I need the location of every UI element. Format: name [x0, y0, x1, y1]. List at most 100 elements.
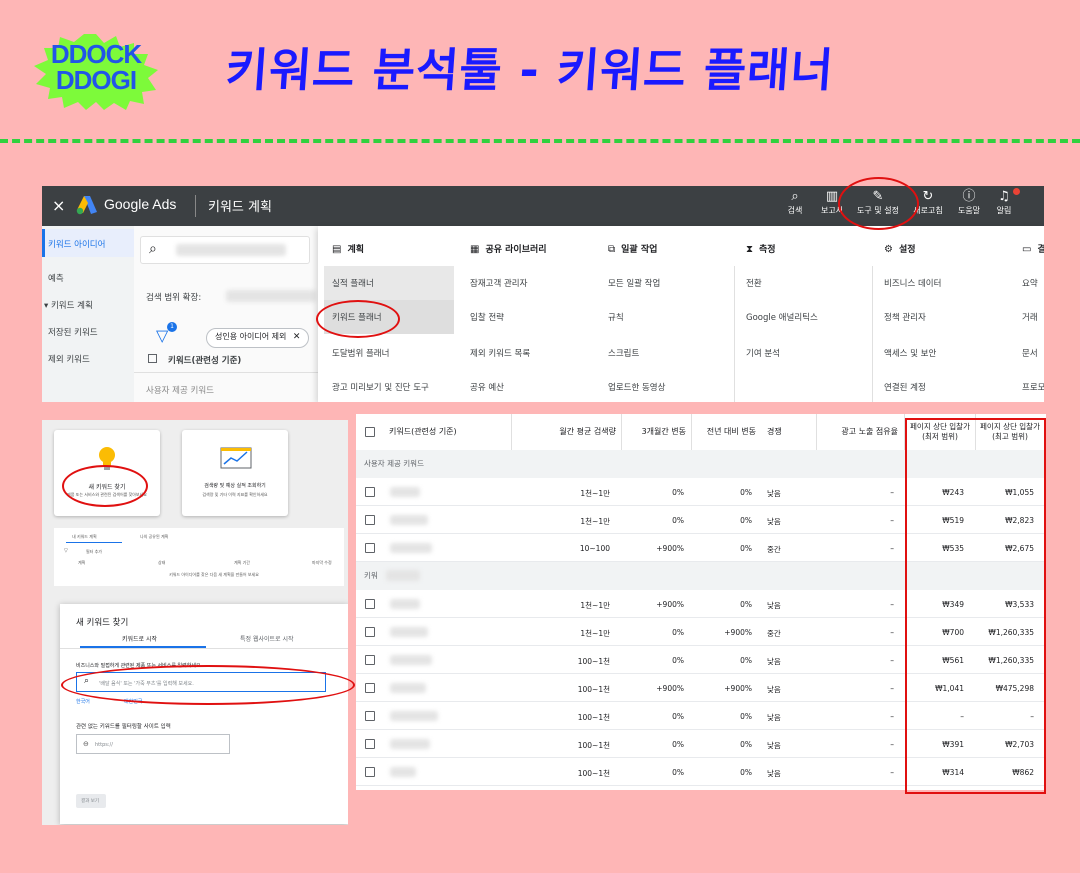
row-checkbox[interactable] [365, 515, 375, 525]
menu-item-reach-planner[interactable]: 도달범위 플래너 [332, 347, 389, 359]
sidebar-item-negative-keywords[interactable]: 제외 키워드 [48, 353, 90, 365]
sidebar-item-keyword-ideas[interactable]: 키워드 아이디어 [48, 238, 105, 250]
search-range-label: 검색 범위 확장: [146, 293, 202, 303]
menu-item-documents[interactable]: 문서 [1022, 347, 1038, 359]
divider [511, 414, 512, 450]
cell-volume: 1천~1만 [580, 517, 610, 526]
cell-volume: 1천~1만 [580, 489, 610, 498]
menu-item-ad-preview[interactable]: 광고 미리보기 및 진단 도구 [332, 381, 429, 393]
select-all-checkbox[interactable] [148, 354, 157, 363]
cell-impression-share: – [890, 628, 894, 637]
menu-item-access-security[interactable]: 액세스 및 보안 [884, 347, 936, 359]
cell-yoy-change: 0% [740, 768, 752, 777]
row-checkbox[interactable] [365, 767, 375, 777]
tab-underline [66, 542, 122, 543]
cell-competition: 낮음 [767, 713, 781, 722]
highlight-circle-tools [838, 177, 919, 230]
cell-impression-share: – [890, 600, 894, 609]
tab-start-with-keywords[interactable]: 키워드로 시작 [122, 634, 157, 643]
menu-item-transactions[interactable]: 거래 [1022, 311, 1038, 323]
language-selector[interactable]: 한국어 [76, 698, 90, 705]
cell-yoy-change: 0% [740, 740, 752, 749]
header-3month-change[interactable]: 3개월간 변동 [624, 414, 686, 450]
search-icon: ⌕ [791, 189, 799, 204]
menu-item-conversions[interactable]: 전환 [746, 277, 762, 289]
menu-item-all-bulk-actions[interactable]: 모든 일괄 작업 [608, 277, 660, 289]
header-keyword[interactable]: 키워드(관련성 기준) [389, 414, 457, 450]
cell-impression-share: – [890, 488, 894, 497]
sidebar-item-keyword-plan[interactable]: ▾ 키워드 계획 [44, 299, 93, 311]
google-ads-brand: Google Ads [104, 196, 177, 212]
sidebar-item-saved-keywords[interactable]: 저장된 키워드 [48, 326, 98, 338]
filter-icon[interactable]: ▽ [64, 548, 68, 554]
cell-impression-share: – [890, 544, 894, 553]
menu-item-attribution[interactable]: 기여 분석 [746, 347, 780, 359]
menu-item-negative-keyword-lists[interactable]: 제외 키워드 목록 [470, 347, 530, 359]
row-checkbox[interactable] [365, 655, 375, 665]
menu-item-shared-budgets[interactable]: 공유 예산 [470, 381, 504, 393]
tab-start-with-website[interactable]: 특정 웹사이트로 시작 [240, 634, 294, 643]
col-modified: 마지막 수정 [312, 560, 332, 565]
blurred-keyword [390, 599, 420, 609]
sidebar-item-forecast[interactable]: 예측 [48, 272, 64, 284]
header-yoy-change[interactable]: 전년 대비 변동 [694, 414, 756, 450]
cell-yoy-change: 0% [740, 600, 752, 609]
header-impression-share[interactable]: 광고 노출 점유율 [818, 414, 898, 450]
blurred-keyword [390, 515, 428, 525]
cell-impression-share: – [890, 684, 894, 693]
col-status: 상태 [158, 560, 166, 565]
site-url-input[interactable]: ⊖ https:// [76, 734, 230, 754]
menu-item-business-data[interactable]: 비즈니스 데이터 [884, 277, 941, 289]
plans-list: 내 키워드 계획 나의 공유된 계획 ▽ 필터 추가 계획 상태 계획 기간 마… [54, 528, 344, 586]
menu-item-google-analytics[interactable]: Google 애널리틱스 [746, 311, 818, 323]
header-monthly-volume[interactable]: 월간 평균 검색량 [516, 414, 616, 450]
cell-3month-change: 0% [672, 768, 684, 777]
menu-item-performance-planner[interactable]: 실적 플래너 [332, 277, 374, 289]
cell-competition: 중간 [767, 629, 781, 638]
cell-competition: 낮음 [767, 685, 781, 694]
row-checkbox[interactable] [365, 487, 375, 497]
menu-item-scripts[interactable]: 스크립트 [608, 347, 639, 359]
row-checkbox[interactable] [365, 683, 375, 693]
logo-line-2: DDOGI [55, 65, 137, 95]
view-results-button[interactable]: 결과 보기 [76, 794, 106, 808]
row-checkbox[interactable] [365, 599, 375, 609]
cell-competition: 낮음 [767, 657, 781, 666]
cell-yoy-change: 0% [740, 516, 752, 525]
row-checkbox[interactable] [365, 627, 375, 637]
close-icon[interactable]: × [52, 196, 65, 215]
tools-settings-menu: ▤ 계획 실적 플래너 키워드 플래너 도달범위 플래너 광고 미리보기 및 진단… [318, 226, 1044, 402]
keyword-ideas-pane: ⌕ 검색 범위 확장: ▽ 1 성인용 아이디어 제외 ✕ 키워드(관련성 기준… [134, 226, 318, 402]
divider [134, 372, 318, 373]
menu-item-summary[interactable]: 요약 [1022, 277, 1038, 289]
help-tool[interactable]: ⓘ 도움말 [949, 189, 989, 216]
menu-item-rules[interactable]: 규칙 [608, 311, 624, 323]
search-tool[interactable]: ⌕ 검색 [775, 189, 815, 216]
menu-head-shared-library: ▦ 공유 라이브러리 [470, 244, 547, 255]
forecast-card[interactable]: 검색량 및 예상 실적 조회하기 검색량 및 기타 이력 지표를 확인하세요 [182, 430, 288, 516]
empty-message: 키워드 아이디어를 찾은 다음 새 계획을 만들어 보세요 [169, 572, 259, 577]
tab-my-plans[interactable]: 내 키워드 계획 [72, 534, 97, 540]
cell-yoy-change: +900% [724, 684, 752, 693]
row-checkbox[interactable] [365, 739, 375, 749]
exclude-adult-chip[interactable]: 성인용 아이디어 제외 ✕ [206, 328, 310, 348]
menu-item-bid-strategy[interactable]: 입찰 전략 [470, 311, 504, 323]
select-all-checkbox[interactable] [365, 427, 375, 437]
cell-competition: 낮음 [767, 741, 781, 750]
menu-item-policy-manager[interactable]: 정책 관리자 [884, 311, 926, 323]
blurred-keyword [390, 655, 432, 665]
menu-head-plan: ▤ 계획 [332, 244, 365, 255]
add-filter[interactable]: 필터 추가 [86, 549, 102, 555]
tab-shared-plans[interactable]: 나의 공유된 계획 [140, 534, 168, 540]
row-checkbox[interactable] [365, 543, 375, 553]
menu-item-uploaded-videos[interactable]: 업로드한 동영상 [608, 381, 665, 393]
cell-impression-share: – [890, 516, 894, 525]
cell-yoy-change: 0% [740, 488, 752, 497]
cell-3month-change: +900% [656, 600, 684, 609]
menu-item-linked-accounts[interactable]: 연결된 계정 [884, 381, 926, 393]
menu-item-audience-manager[interactable]: 잠재고객 관리자 [470, 277, 527, 289]
menu-item-promotions[interactable]: 프로모 [1022, 381, 1044, 393]
close-icon[interactable]: ✕ [293, 332, 301, 342]
row-checkbox[interactable] [365, 711, 375, 721]
header-competition[interactable]: 경쟁 [767, 414, 782, 450]
